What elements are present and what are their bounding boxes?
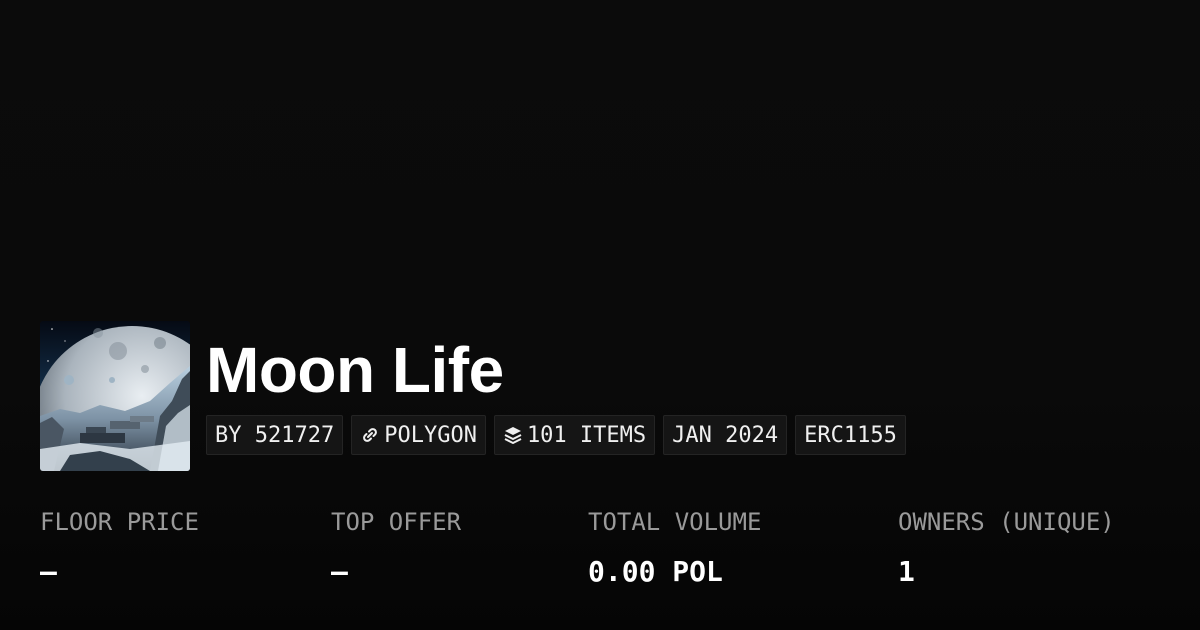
stat-label: OWNERS (UNIQUE) (898, 508, 1115, 536)
stat-label: TOP OFFER (331, 508, 462, 536)
layers-icon (503, 425, 523, 445)
standard-chip: ERC1155 (795, 415, 906, 455)
collection-stats: FLOOR PRICE — TOP OFFER — TOTAL VOLUME 0… (0, 502, 1200, 602)
standard-label: ERC1155 (804, 422, 897, 448)
stat-top-offer: TOP OFFER — (331, 502, 461, 592)
collection-header: Moon Life BY 521727 POLYGON 101 ITEMS JA… (40, 321, 906, 471)
collection-chips: BY 521727 POLYGON 101 ITEMS JAN 2024 ERC… (206, 415, 906, 455)
stat-value: — (40, 555, 57, 588)
stat-label: TOTAL VOLUME (588, 508, 762, 536)
stat-total-volume: TOTAL VOLUME 0.00 POL (588, 502, 761, 592)
moon-landscape-image (40, 321, 190, 471)
date-chip: JAN 2024 (663, 415, 788, 455)
title-block: Moon Life BY 521727 POLYGON 101 ITEMS JA… (206, 321, 906, 455)
stat-label: FLOOR PRICE (40, 508, 199, 536)
link-icon (360, 425, 380, 445)
stat-floor-price: FLOOR PRICE — (40, 502, 199, 592)
collection-title: Moon Life (206, 334, 504, 406)
collection-thumbnail[interactable] (40, 321, 190, 471)
creator-chip[interactable]: BY 521727 (206, 415, 344, 455)
items-chip[interactable]: 101 ITEMS (493, 415, 656, 455)
stat-value: 1 (898, 555, 915, 588)
stat-value: 0.00 POL (588, 555, 723, 588)
items-label: 101 ITEMS (526, 422, 647, 448)
chain-chip[interactable]: POLYGON (351, 415, 486, 455)
stat-value: — (331, 555, 348, 588)
chain-label: POLYGON (384, 422, 477, 448)
creator-label: BY 521727 (215, 422, 335, 448)
stat-owners: OWNERS (UNIQUE) 1 (898, 502, 1115, 592)
date-label: JAN 2024 (672, 422, 779, 448)
